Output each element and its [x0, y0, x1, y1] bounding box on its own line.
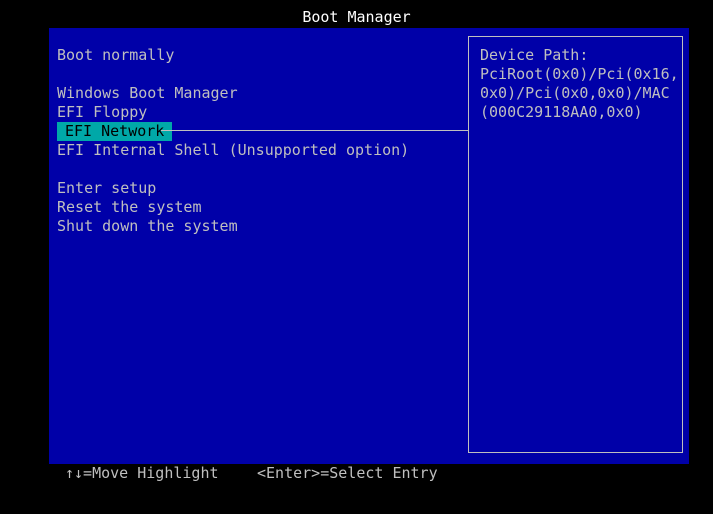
menu-item-shut-down[interactable]: Shut down the system — [57, 217, 238, 236]
selection-connector-line — [161, 130, 468, 131]
menu-item-boot-normally[interactable]: Boot normally — [57, 46, 174, 65]
window-title: Boot Manager — [302, 8, 411, 26]
menu-item-windows-boot-manager[interactable]: Windows Boot Manager — [57, 84, 238, 103]
menu-item-efi-floppy[interactable]: EFI Floppy — [57, 103, 147, 122]
select-entry-hint: <Enter>=Select Entry — [257, 464, 438, 482]
device-path-value: PciRoot(0x0)/Pci(0x16,0x0)/Pci(0x0,0x0)/… — [480, 65, 679, 121]
menu-item-efi-internal-shell[interactable]: EFI Internal Shell (Unsupported option) — [57, 141, 409, 160]
boot-menu-panel: Boot normally Windows Boot Manager EFI F… — [49, 28, 689, 464]
move-highlight-hint: ↑↓=Move Highlight — [65, 464, 219, 482]
menu-item-efi-network[interactable]: EFI Network — [57, 122, 173, 141]
device-path-label: Device Path: — [480, 46, 589, 64]
menu-item-reset-system[interactable]: Reset the system — [57, 198, 202, 217]
device-info-box: Device Path: PciRoot(0x0)/Pci(0x16,0x0)/… — [468, 36, 683, 453]
menu-item-enter-setup[interactable]: Enter setup — [57, 179, 156, 198]
